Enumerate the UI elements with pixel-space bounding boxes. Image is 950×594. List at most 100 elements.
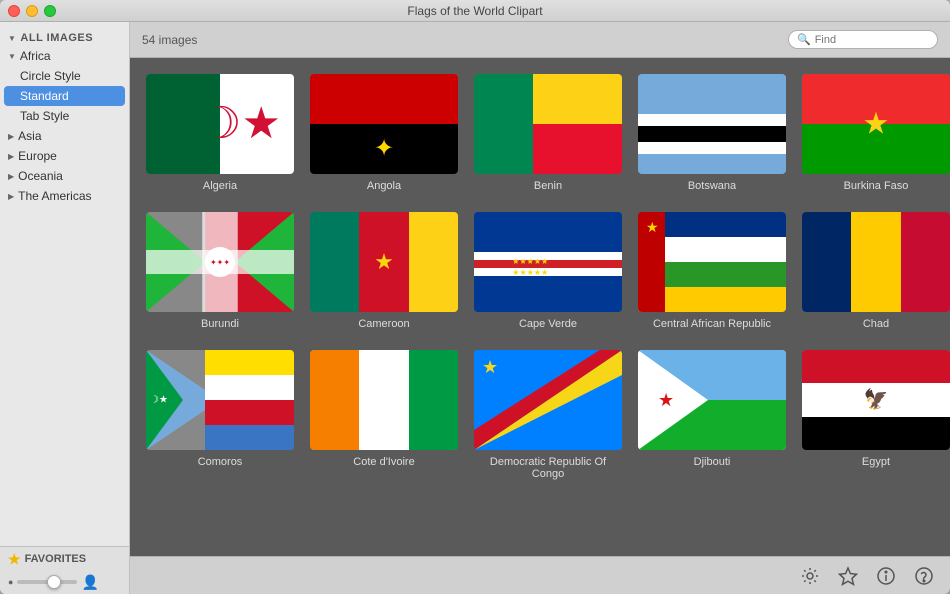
star-icon: ★ [8,551,21,568]
asia-triangle: ▶ [8,132,14,141]
question-icon-button[interactable] [910,562,938,590]
list-item[interactable]: 🦅 Egypt [802,350,950,480]
sidebar: ▼ ALL IMAGES ▼ Africa Circle Style Stand… [0,22,130,594]
favorites-label: FAVORITES [25,553,87,565]
europe-label: Europe [18,149,57,163]
list-item[interactable]: ☽★ Algeria [146,74,294,192]
all-images-triangle: ▼ [8,34,16,43]
window-title: Flags of the World Clipart [407,4,542,18]
content-area: ☽★ Algeria ✦ [130,58,950,556]
flag-egypt-image: 🦅 [802,350,950,450]
flag-label: Burundi [201,318,239,330]
list-item[interactable]: Cote d'Ivoire [310,350,458,480]
list-item[interactable]: ★ Central African Republic [638,212,786,330]
asia-label: Asia [18,129,41,143]
size-slider-track [17,580,77,584]
flag-label: Angola [367,180,401,192]
flag-label: Cameroon [358,318,409,330]
flag-label: Egypt [862,456,890,468]
minimize-button[interactable] [26,5,38,17]
maximize-button[interactable] [44,5,56,17]
search-icon: 🔍 [797,33,811,46]
flag-benin-image [474,74,622,174]
sidebar-item-americas[interactable]: ▶ The Americas [0,186,129,206]
favorites-section[interactable]: ★ FAVORITES [8,551,121,568]
flag-car-image: ★ [638,212,786,312]
flag-cameroon-image: ★ [310,212,458,312]
flag-label: Democratic Republic Of Congo [474,456,622,480]
list-item[interactable]: ★ Cameroon [310,212,458,330]
flag-drc-image: ★ [474,350,622,450]
burkina-star: ★ [863,107,890,142]
list-item[interactable]: ✦✦✦ Burundi [146,212,294,330]
flags-grid: ☽★ Algeria ✦ [146,74,934,480]
bottom-toolbar [130,556,950,594]
all-images-header[interactable]: ▼ ALL IMAGES [0,30,129,46]
flag-label: Botswana [688,180,736,192]
flag-algeria-image: ☽★ [146,74,294,174]
info-icon-button[interactable] [872,562,900,590]
europe-triangle: ▶ [8,152,14,161]
size-slider-area: ● 👤 [8,574,121,591]
flag-burkina-image: ★ [802,74,950,174]
sidebar-item-tab-style[interactable]: Tab Style [0,106,129,126]
flag-label: Burkina Faso [844,180,909,192]
africa-triangle: ▼ [8,52,16,61]
size-slider-thumb[interactable] [47,575,61,589]
sidebar-item-circle-style[interactable]: Circle Style [0,66,129,86]
small-icon: ● [8,577,13,587]
list-item[interactable]: ★ Democratic Republic Of Congo [474,350,622,480]
flag-angola-image: ✦ [310,74,458,174]
flag-label: Cape Verde [519,318,577,330]
right-area: 54 images 🔍 ☽★ [130,22,950,594]
americas-triangle: ▶ [8,192,14,201]
titlebar: Flags of the World Clipart [0,0,950,22]
window-buttons [8,5,56,17]
search-input[interactable] [815,34,925,46]
top-toolbar: 54 images 🔍 [130,22,950,58]
sidebar-content: ▼ ALL IMAGES ▼ Africa Circle Style Stand… [0,22,129,546]
all-images-label: ALL IMAGES [20,32,93,44]
gear-icon-button[interactable] [796,562,824,590]
flag-chad-image [802,212,950,312]
flag-label: Comoros [198,456,243,468]
flag-label: Cote d'Ivoire [353,456,414,468]
standard-label: Standard [20,89,69,103]
flag-label: Chad [863,318,889,330]
sidebar-item-europe[interactable]: ▶ Europe [0,146,129,166]
list-item[interactable]: ☽★ Comoros [146,350,294,480]
search-box[interactable]: 🔍 [788,30,938,49]
flag-cotedivoire-image [310,350,458,450]
list-item[interactable]: ★★★★★ ★★★★★ Cape Verde [474,212,622,330]
sidebar-item-standard[interactable]: Standard [4,86,125,106]
sidebar-item-africa[interactable]: ▼ Africa [0,46,129,66]
list-item[interactable]: Benin [474,74,622,192]
oceania-label: Oceania [18,169,63,183]
flag-label: Djibouti [694,456,731,468]
list-item[interactable]: ★ Burkina Faso [802,74,950,192]
close-button[interactable] [8,5,20,17]
main-area: ▼ ALL IMAGES ▼ Africa Circle Style Stand… [0,22,950,594]
algeria-crescent: ☽★ [202,102,281,146]
flag-djibouti-image: ★ [638,350,786,450]
flag-comoros-image: ☽★ [146,350,294,450]
circle-style-label: Circle Style [20,69,81,83]
flag-burundi-image: ✦✦✦ [146,212,294,312]
flag-label: Algeria [203,180,237,192]
list-item[interactable]: Botswana [638,74,786,192]
tab-style-label: Tab Style [20,109,69,123]
sidebar-item-oceania[interactable]: ▶ Oceania [0,166,129,186]
sidebar-item-asia[interactable]: ▶ Asia [0,126,129,146]
flag-botswana-image [638,74,786,174]
sidebar-footer: ★ FAVORITES ● 👤 [0,546,129,594]
main-window: Flags of the World Clipart ▼ ALL IMAGES … [0,0,950,594]
star-icon-button[interactable] [834,562,862,590]
person-icon: 👤 [81,574,98,591]
list-item[interactable]: ★ Djibouti [638,350,786,480]
flag-capeverde-image: ★★★★★ ★★★★★ [474,212,622,312]
flag-label: Central African Republic [653,318,771,330]
list-item[interactable]: ✦ Angola [310,74,458,192]
americas-label: The Americas [18,189,91,203]
africa-label: Africa [20,49,51,63]
list-item[interactable]: Chad [802,212,950,330]
